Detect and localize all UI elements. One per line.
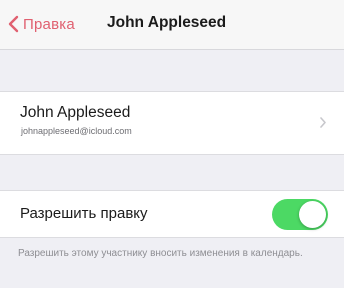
back-button[interactable]: Правка	[8, 10, 75, 38]
chevron-right-icon	[319, 116, 327, 134]
allow-edit-toggle[interactable]	[272, 199, 328, 230]
account-cell[interactable]: John Appleseed johnappleseed@icloud.com	[0, 91, 344, 155]
account-email: johnappleseed@icloud.com	[21, 126, 132, 136]
navigation-bar: Правка John Appleseed	[0, 0, 344, 50]
back-button-label: Правка	[23, 15, 75, 33]
allow-edit-footer: Разрешить этому участнику вносить измене…	[18, 248, 303, 259]
account-name: John Appleseed	[20, 104, 131, 121]
page-title: John Appleseed	[107, 14, 227, 31]
allow-edit-label: Разрешить правку	[20, 205, 148, 222]
chevron-left-icon	[8, 15, 19, 33]
allow-edit-cell: Разрешить правку	[0, 190, 344, 238]
toggle-knob	[299, 201, 326, 228]
